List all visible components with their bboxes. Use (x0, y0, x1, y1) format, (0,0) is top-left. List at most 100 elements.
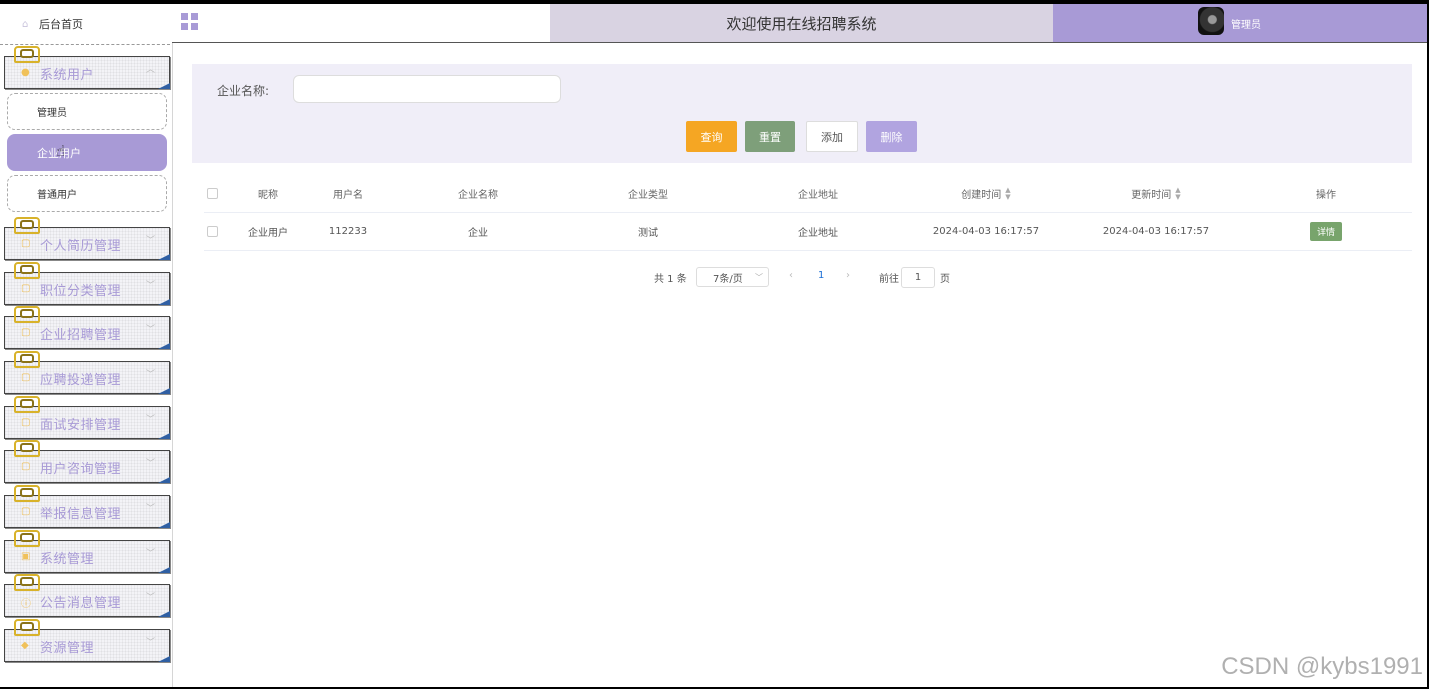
page-fold-decoration (158, 611, 170, 617)
column-header-created-cell[interactable]: 创建时间 ▲ ▼ (924, 175, 1048, 212)
sidebar-group-label: 个人简历管理 (40, 239, 122, 254)
user-icon: ● (21, 67, 30, 78)
sidebar-group-resume[interactable]: ▢ 个人简历管理 ﹀ (4, 217, 170, 260)
sort-icon[interactable]: ▲ ▼ (1175, 186, 1180, 201)
company-name-input[interactable] (293, 75, 561, 103)
next-page-button[interactable]: › (846, 270, 850, 292)
header-user-area[interactable]: 管理员 (1053, 4, 1427, 42)
page-size-select[interactable]: 7条/页 ﹀ (696, 267, 769, 287)
page-number-current[interactable]: 1 (818, 270, 824, 292)
page-size-value: 7条/页 (713, 273, 743, 285)
sidebar-group-label: 企业招聘管理 (40, 328, 122, 343)
sidebar-item-admin[interactable]: 管理员 (7, 93, 167, 130)
goto-page-input[interactable]: 1 (901, 267, 935, 288)
binder-clip-icon (14, 485, 40, 502)
add-button[interactable]: 添加 (806, 121, 858, 152)
sidebar-group-label: 资源管理 (40, 641, 95, 656)
cell-created: 2024-04-03 16:17:57 (932, 226, 1040, 237)
delete-button[interactable]: 删除 (866, 121, 917, 152)
detail-button[interactable]: 详情 (1309, 222, 1342, 241)
column-header-actions: 操作 (1316, 190, 1336, 201)
folder-icon: ▢ (21, 372, 31, 383)
chevron-down-icon: ﹀ (145, 415, 155, 425)
binder-clip-icon (14, 619, 40, 636)
query-button[interactable]: 查询 (686, 121, 737, 152)
settings-icon: ▣ (21, 551, 31, 562)
cell-company-type: 测试 (638, 228, 658, 239)
table-header-row: 昵称 用户名 企业名称 企业类型 企业地址 创建时间 ▲ ▼ 更新时间 ▲ ▼ 操作 (204, 175, 1412, 213)
chevron-down-icon: ﹀ (755, 272, 763, 282)
page-fold-decoration (158, 388, 170, 394)
reset-button[interactable]: 重置 (745, 121, 795, 152)
sidebar-group-label: 用户咨询管理 (40, 462, 122, 477)
sidebar-group-applications[interactable]: ▢ 应聘投递管理 ﹀ (4, 351, 170, 394)
chevron-down-icon: ﹀ (145, 370, 155, 380)
sidebar-group-consultation[interactable]: ▢ 用户咨询管理 ﹀ (4, 440, 170, 483)
hand-cursor-icon: ☝ (56, 142, 66, 160)
binder-clip-icon (14, 351, 40, 368)
row-select-cell (204, 213, 220, 250)
chevron-down-icon: ﹀ (145, 504, 155, 514)
chevron-down-icon: ﹀ (145, 549, 155, 559)
app-window: ⌂ 后台首页 ● 系统用户 ︿ 管理员 企业用户 ☝ 普通用户 ▢ 个人简历管理… (0, 4, 1427, 687)
page-title: 欢迎使用在线招聘系统 (726, 14, 877, 33)
sidebar-home[interactable]: ⌂ 后台首页 (0, 4, 170, 45)
company-name-label: 企业名称: (217, 84, 270, 98)
select-all-checkbox[interactable] (206, 188, 218, 199)
binder-clip-icon (14, 574, 40, 591)
sidebar-group-reports[interactable]: ▢ 举报信息管理 ﹀ (4, 485, 170, 528)
sidebar-group-system[interactable]: ▣ 系统管理 ﹀ (4, 530, 170, 573)
column-header-created: 创建时间 (961, 190, 1002, 201)
chevron-down-icon: ﹀ (145, 236, 155, 246)
home-icon: ⌂ (22, 18, 29, 30)
sort-icon[interactable]: ▲ ▼ (1005, 186, 1010, 201)
header-title-bar: 欢迎使用在线招聘系统 (550, 4, 1053, 42)
goto-unit-label: 页 (940, 274, 950, 285)
cell-nickname: 企业用户 (248, 228, 288, 239)
info-icon: ⓘ (21, 599, 31, 610)
sidebar-group-interviews[interactable]: ▢ 面试安排管理 ﹀ (4, 396, 170, 439)
search-panel: 企业名称: 查询 重置 添加 删除 (192, 64, 1412, 163)
sidebar-group-announcements[interactable]: ⓘ 公告消息管理 ﹀ (4, 574, 170, 617)
folder-icon: ▢ (21, 238, 31, 249)
sidebar-item-normal-user[interactable]: 普通用户 (7, 175, 167, 212)
folder-icon: ▢ (21, 327, 31, 338)
prev-page-button[interactable]: ‹ (789, 270, 793, 292)
sidebar-group-system-users[interactable]: ● 系统用户 ︿ (4, 46, 170, 89)
column-header-nickname: 昵称 (258, 190, 278, 201)
sidebar-group-label: 应聘投递管理 (40, 373, 122, 388)
user-name[interactable]: 管理员 (1231, 16, 1261, 31)
chevron-down-icon: ﹀ (145, 638, 155, 648)
cell-username: 112233 (328, 226, 368, 237)
column-header-updated: 更新时间 (1131, 190, 1172, 201)
column-header-updated-cell[interactable]: 更新时间 ▲ ▼ (1094, 175, 1218, 212)
binder-clip-icon (14, 262, 40, 279)
data-table: 昵称 用户名 企业名称 企业类型 企业地址 创建时间 ▲ ▼ 更新时间 ▲ ▼ 操作… (204, 175, 1412, 251)
sidebar-group-recruitment[interactable]: ▢ 企业招聘管理 ﹀ (4, 306, 170, 349)
menu-grid-icon[interactable] (181, 13, 198, 30)
column-header-company-type: 企业类型 (628, 190, 668, 201)
sidebar-group-label: 职位分类管理 (40, 284, 122, 299)
sidebar-item-label: 普通用户 (37, 190, 77, 201)
binder-clip-icon (14, 306, 40, 323)
folder-icon: ▢ (21, 283, 31, 294)
sidebar-item-label: 管理员 (37, 108, 67, 119)
binder-clip-icon (14, 396, 40, 413)
page-fold-decoration (158, 656, 170, 662)
page-fold-decoration (158, 83, 170, 89)
cell-company-address: 企业地址 (798, 228, 838, 239)
sidebar-group-resources[interactable]: ◆ 资源管理 ﹀ (4, 619, 170, 662)
sidebar-group-job-category[interactable]: ▢ 职位分类管理 ﹀ (4, 262, 170, 305)
binder-clip-icon (14, 440, 40, 457)
chevron-down-icon: ﹀ (145, 281, 155, 291)
avatar[interactable] (1198, 7, 1224, 35)
pagination-total: 共 1 条 (654, 274, 687, 285)
page-fold-decoration (158, 477, 170, 483)
binder-clip-icon (14, 530, 40, 547)
chevron-up-icon: ︿ (145, 65, 155, 75)
page-fold-decoration (158, 522, 170, 528)
row-checkbox[interactable] (206, 226, 218, 237)
sidebar-item-enterprise-user[interactable]: 企业用户 ☝ (7, 134, 167, 171)
page-fold-decoration (158, 433, 170, 439)
page-fold-decoration (158, 343, 170, 349)
